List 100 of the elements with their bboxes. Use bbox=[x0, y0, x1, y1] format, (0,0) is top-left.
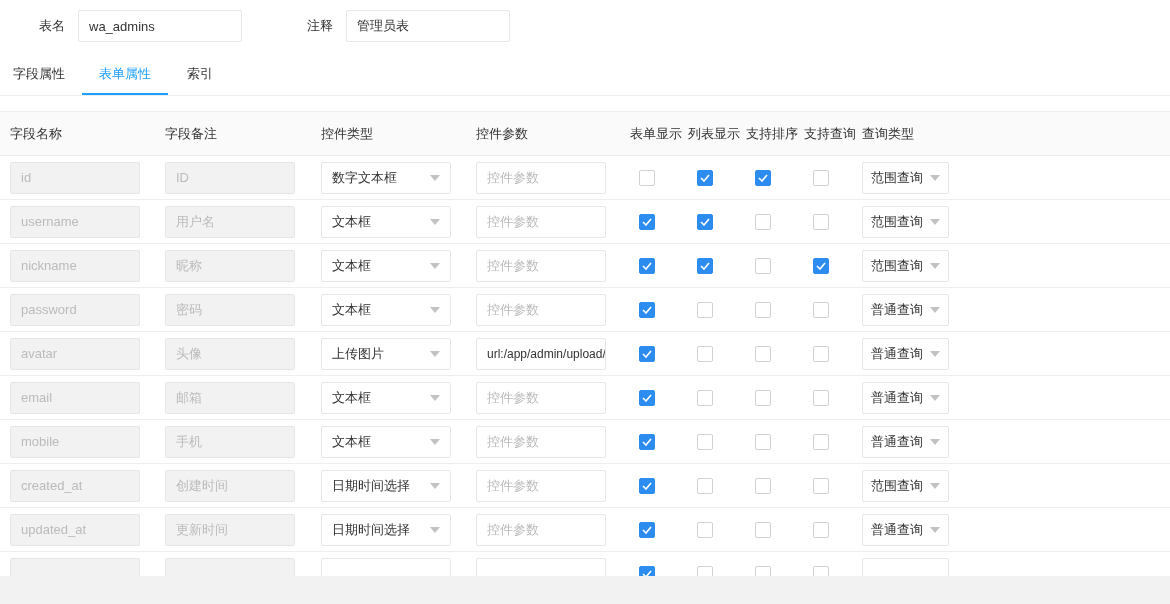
caret-icon bbox=[930, 174, 940, 181]
input-field[interactable]: wa_admins bbox=[78, 10, 242, 42]
checkbox[interactable] bbox=[697, 301, 713, 318]
column-header: 字段名称 bbox=[10, 124, 63, 143]
select-field[interactable]: 范围查询 bbox=[862, 249, 949, 282]
checkbox[interactable] bbox=[813, 301, 829, 318]
check-icon bbox=[642, 305, 652, 314]
select-field[interactable]: 文本框 bbox=[321, 293, 451, 326]
select-field[interactable]: 文本框 bbox=[321, 381, 451, 414]
check-icon bbox=[642, 261, 652, 270]
caret-icon bbox=[930, 218, 940, 225]
checkbox[interactable] bbox=[813, 345, 829, 362]
select-field[interactable]: 日期时间选择 bbox=[321, 469, 451, 502]
checkbox[interactable] bbox=[639, 301, 655, 318]
select-field[interactable]: 文本框 bbox=[321, 205, 451, 238]
input-field[interactable]: 控件参数 bbox=[476, 161, 606, 194]
checkbox[interactable] bbox=[639, 213, 655, 230]
checkbox[interactable] bbox=[697, 389, 713, 406]
field-label: 注释 bbox=[306, 17, 334, 35]
checkbox[interactable] bbox=[639, 389, 655, 406]
column-header: 表单显示 bbox=[630, 124, 683, 143]
check-icon bbox=[642, 393, 652, 402]
column-header: 支持查询 bbox=[804, 124, 857, 143]
column-header: 支持排序 bbox=[746, 124, 799, 143]
checkbox[interactable] bbox=[639, 257, 655, 274]
select-field[interactable]: 普通查询 bbox=[862, 425, 949, 458]
check-icon bbox=[758, 173, 768, 182]
checkbox[interactable] bbox=[813, 213, 829, 230]
select-field[interactable]: 上传图片 bbox=[321, 337, 451, 370]
caret-icon bbox=[430, 482, 440, 489]
input-field[interactable]: 控件参数 bbox=[476, 293, 606, 326]
caret-icon bbox=[430, 394, 440, 401]
check-icon bbox=[642, 481, 652, 490]
checkbox[interactable] bbox=[755, 389, 771, 406]
checkbox[interactable] bbox=[755, 521, 771, 538]
select-field[interactable]: 文本框 bbox=[321, 249, 451, 282]
check-icon bbox=[700, 173, 710, 182]
caret-icon bbox=[930, 482, 940, 489]
checkbox[interactable] bbox=[639, 521, 655, 538]
checkbox[interactable] bbox=[697, 521, 713, 538]
checkbox[interactable] bbox=[639, 477, 655, 494]
checkbox[interactable] bbox=[755, 169, 771, 186]
checkbox[interactable] bbox=[813, 433, 829, 450]
select-field[interactable]: 日期时间选择 bbox=[321, 513, 451, 546]
check-icon bbox=[642, 437, 652, 446]
checkbox[interactable] bbox=[697, 345, 713, 362]
tab[interactable]: 索引 bbox=[172, 54, 228, 95]
tab[interactable]: 表单属性 bbox=[82, 54, 168, 95]
checkbox[interactable] bbox=[639, 345, 655, 362]
checkbox[interactable] bbox=[697, 169, 713, 186]
select-field[interactable]: 文本框 bbox=[321, 425, 451, 458]
input-field[interactable]: 控件参数 bbox=[476, 205, 606, 238]
checkbox[interactable] bbox=[813, 477, 829, 494]
checkbox[interactable] bbox=[755, 213, 771, 230]
caret-icon bbox=[430, 262, 440, 269]
input-field[interactable]: 控件参数 bbox=[476, 249, 606, 282]
select-field[interactable]: 普通查询 bbox=[862, 513, 949, 546]
checkbox[interactable] bbox=[755, 345, 771, 362]
checkbox[interactable] bbox=[755, 301, 771, 318]
check-icon bbox=[642, 349, 652, 358]
select-field[interactable]: 数字文本框 bbox=[321, 161, 451, 194]
checkbox[interactable] bbox=[755, 477, 771, 494]
input-field[interactable]: 控件参数 bbox=[476, 381, 606, 414]
checkbox[interactable] bbox=[813, 521, 829, 538]
caret-icon bbox=[930, 438, 940, 445]
checkbox[interactable] bbox=[697, 477, 713, 494]
column-header: 控件参数 bbox=[476, 124, 529, 143]
checkbox[interactable] bbox=[813, 169, 829, 186]
select-field[interactable]: 范围查询 bbox=[862, 205, 949, 238]
input-field[interactable]: 控件参数 bbox=[476, 425, 606, 458]
check-icon bbox=[816, 261, 826, 270]
checkbox[interactable] bbox=[813, 257, 829, 274]
input-field[interactable]: 管理员表 bbox=[346, 10, 510, 42]
column-header: 列表显示 bbox=[688, 124, 741, 143]
caret-icon bbox=[930, 394, 940, 401]
caret-icon bbox=[930, 306, 940, 313]
tab[interactable]: 字段属性 bbox=[0, 54, 78, 95]
checkbox[interactable] bbox=[755, 257, 771, 274]
checkbox[interactable] bbox=[755, 433, 771, 450]
checkbox[interactable] bbox=[697, 257, 713, 274]
checkbox[interactable] bbox=[697, 433, 713, 450]
check-icon bbox=[642, 569, 652, 576]
input-field[interactable]: url:/app/admin/upload/ bbox=[476, 337, 606, 370]
caret-icon bbox=[430, 306, 440, 313]
caret-icon bbox=[430, 350, 440, 357]
input-field[interactable]: 控件参数 bbox=[476, 469, 606, 502]
select-field[interactable]: 普通查询 bbox=[862, 293, 949, 326]
column-header: 字段备注 bbox=[165, 124, 218, 143]
input-field[interactable]: 控件参数 bbox=[476, 513, 606, 546]
caret-icon bbox=[430, 218, 440, 225]
checkbox[interactable] bbox=[639, 433, 655, 450]
select-field[interactable]: 范围查询 bbox=[862, 469, 949, 502]
checkbox[interactable] bbox=[697, 213, 713, 230]
select-field[interactable]: 普通查询 bbox=[862, 337, 949, 370]
checkbox[interactable] bbox=[813, 389, 829, 406]
caret-icon bbox=[430, 174, 440, 181]
select-field[interactable]: 普通查询 bbox=[862, 381, 949, 414]
caret-icon bbox=[430, 526, 440, 533]
select-field[interactable]: 范围查询 bbox=[862, 161, 949, 194]
checkbox[interactable] bbox=[639, 169, 655, 186]
